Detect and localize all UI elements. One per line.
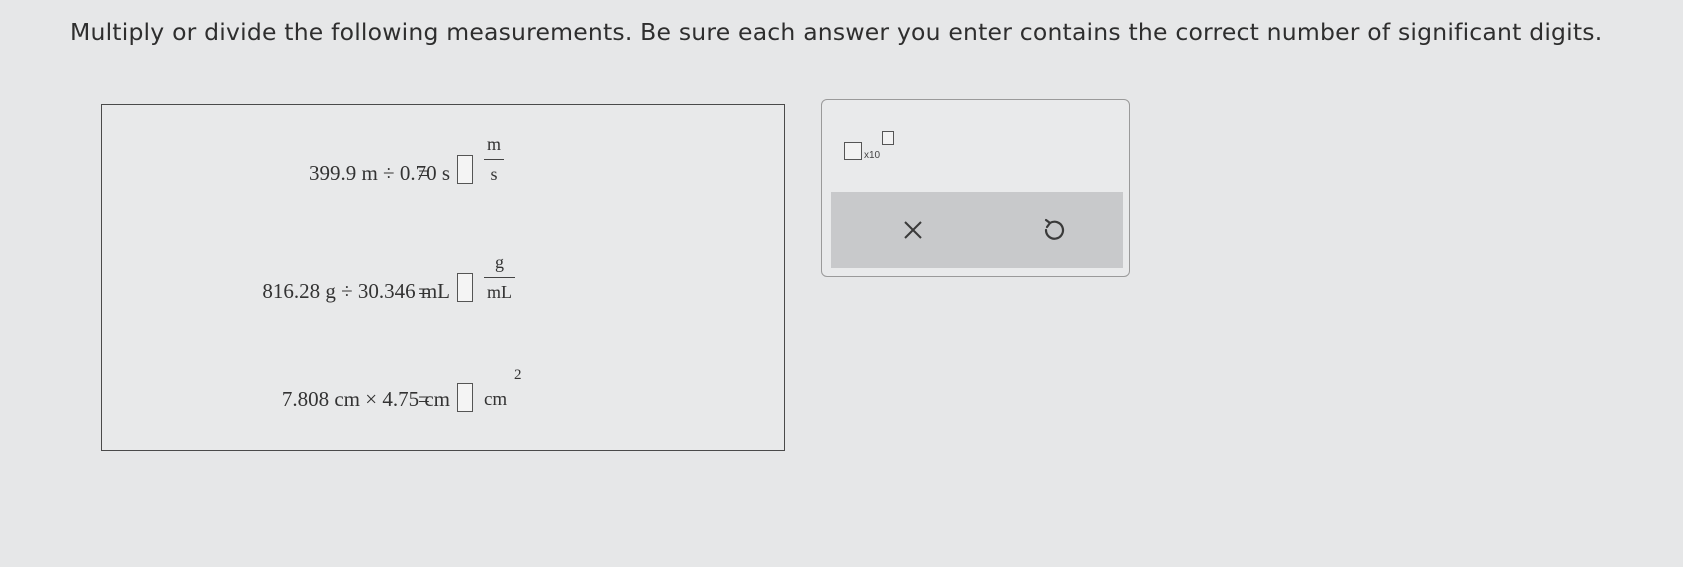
sci-base-box-icon <box>844 142 862 160</box>
equals-sign: = <box>418 161 430 185</box>
action-bar <box>831 192 1123 268</box>
answer-toolbox: x10 <box>821 99 1130 277</box>
problem-panel: 399.9 m ÷ 0.70 s = m s 816.28 g ÷ 30.346… <box>101 104 785 451</box>
undo-button[interactable] <box>1036 212 1072 248</box>
answer-input-1[interactable] <box>457 155 473 184</box>
undo-icon <box>1044 218 1065 240</box>
clear-button[interactable] <box>895 212 931 248</box>
answer-input-3[interactable] <box>457 383 473 412</box>
answer-input-2[interactable] <box>457 273 473 302</box>
unit-squared: cm 2 <box>484 367 522 411</box>
unit-fraction: g mL <box>484 252 515 302</box>
unit-numerator: m <box>487 134 502 154</box>
unit-denominator: mL <box>487 282 512 303</box>
equals-sign: = <box>418 387 430 411</box>
fraction-bar <box>484 159 505 161</box>
unit-exponent: 2 <box>514 367 522 383</box>
equals-sign: = <box>418 279 430 303</box>
sci-exponent-box-icon <box>882 131 894 145</box>
unit-denominator: s <box>490 164 498 185</box>
instructions-text: Multiply or divide the following measure… <box>70 18 1603 46</box>
sci-x10-label: x10 <box>864 150 881 161</box>
unit-numerator: g <box>495 252 504 272</box>
unit-fraction: m s <box>484 134 505 185</box>
scientific-notation-button[interactable]: x10 <box>844 130 894 164</box>
close-icon <box>904 221 922 239</box>
unit-base: cm <box>484 389 508 410</box>
fraction-bar <box>484 277 515 279</box>
